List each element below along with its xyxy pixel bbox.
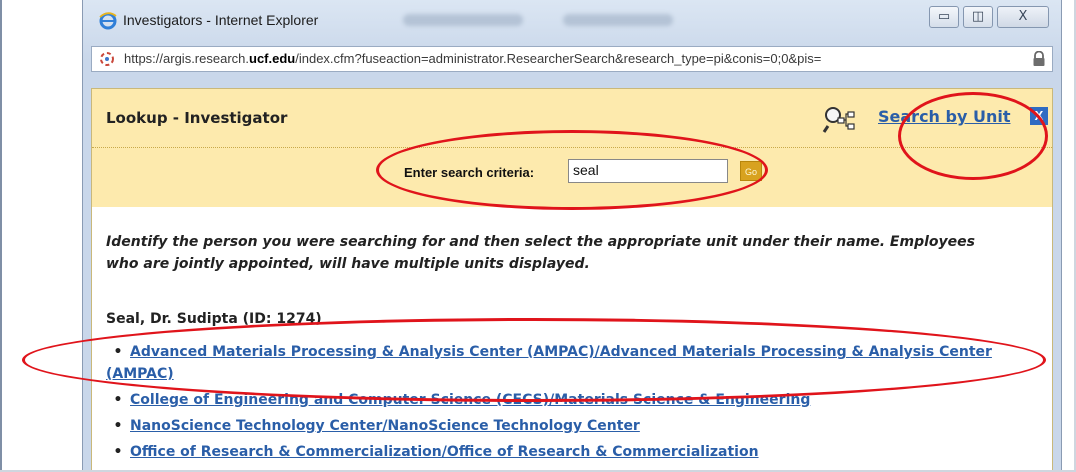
lookup-page: Lookup - Investigator Search by Unit X E… — [91, 88, 1053, 472]
close-window-button[interactable]: X — [997, 6, 1049, 28]
maximize-button[interactable]: ◫ — [963, 6, 993, 28]
unit-link[interactable]: Advanced Materials Processing & Analysis… — [106, 344, 992, 382]
search-input[interactable]: seal — [568, 159, 728, 183]
divider — [92, 147, 1052, 148]
lock-icon — [1033, 51, 1045, 66]
search-criteria-label: Enter search criteria: — [404, 165, 535, 180]
unit-list: • Advanced Materials Processing & Analysi… — [106, 341, 1046, 467]
close-lookup-button[interactable]: X — [1030, 107, 1048, 125]
minimize-button[interactable]: ▭ — [929, 6, 959, 28]
background-strip — [2, 0, 82, 472]
blurred-tab — [403, 14, 523, 26]
close-icon: X — [1018, 9, 1028, 24]
blurred-tab — [563, 14, 673, 26]
ie-window: Investigators - Internet Explorer ▭ ◫ X … — [82, 0, 1062, 472]
search-by-unit-link[interactable]: Search by Unit — [878, 107, 1010, 126]
bullet: • — [113, 444, 123, 460]
page-title: Lookup - Investigator — [106, 109, 288, 127]
url-text[interactable]: https://argis.research.ucf.edu/index.cfm… — [124, 51, 1019, 66]
url-prefix: https://argis.research. — [124, 51, 249, 66]
address-bar[interactable]: https://argis.research.ucf.edu/index.cfm… — [91, 46, 1053, 72]
list-item: • Advanced Materials Processing & Analysi… — [106, 341, 1046, 385]
minimize-icon: ▭ — [937, 9, 951, 24]
title-bar: Investigators - Internet Explorer ▭ ◫ X — [83, 0, 1061, 40]
person-name: Seal, Dr. Sudipta (ID: 1274) — [106, 311, 322, 327]
url-suffix: /index.cfm?fuseaction=administrator.Rese… — [295, 51, 822, 66]
page-loading-icon — [100, 52, 114, 66]
unit-link[interactable]: College of Engineering and Computer Scie… — [130, 392, 810, 408]
lookup-header: Lookup - Investigator Search by Unit X E… — [92, 89, 1052, 207]
bullet: • — [113, 418, 123, 434]
instructions-text: Identify the person you were searching f… — [106, 234, 975, 272]
bullet: • — [113, 392, 123, 408]
bullet: • — [113, 344, 123, 360]
url-domain: ucf.edu — [249, 51, 296, 66]
internet-explorer-icon — [99, 12, 117, 30]
go-button[interactable]: Go — [740, 161, 762, 181]
maximize-icon: ◫ — [971, 9, 985, 24]
list-item: • College of Engineering and Computer Sci… — [106, 389, 1046, 411]
unit-link[interactable]: NanoScience Technology Center/NanoScienc… — [130, 418, 640, 434]
window-title: Investigators - Internet Explorer — [123, 12, 319, 28]
unit-search-icon[interactable] — [822, 104, 858, 134]
unit-link[interactable]: Office of Research & Commercialization/O… — [130, 444, 759, 460]
list-item: • NanoScience Technology Center/NanoScien… — [106, 415, 1046, 437]
list-item: • Office of Research & Commercialization/… — [106, 441, 1046, 463]
